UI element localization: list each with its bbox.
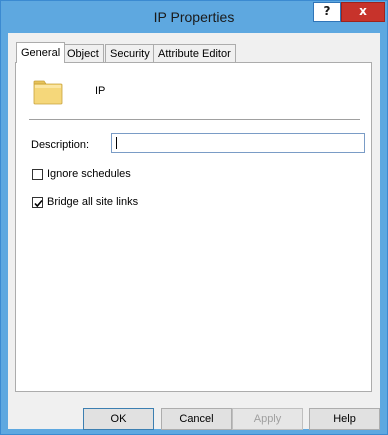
cancel-button[interactable]: Cancel — [161, 408, 232, 430]
bridge-all-site-links-label[interactable]: Bridge all site links — [47, 196, 138, 208]
description-label: Description: — [31, 139, 90, 151]
ip-properties-dialog: IP Properties ? x General Object Securit… — [0, 0, 388, 435]
tab-object[interactable]: Object — [62, 44, 104, 62]
help-title-button[interactable]: ? — [313, 2, 341, 22]
close-button[interactable]: x — [341, 2, 385, 22]
question-mark-icon: ? — [323, 4, 331, 18]
ignore-schedules-checkbox[interactable] — [32, 169, 43, 180]
description-input[interactable] — [111, 133, 365, 153]
dialog-client-area: General Object Security Attribute Editor… — [8, 33, 380, 430]
close-icon: x — [359, 4, 367, 18]
separator — [29, 119, 360, 120]
object-name: IP — [95, 85, 106, 97]
general-tab-panel: IP Description: Ignore schedules Bridge … — [15, 62, 372, 392]
tab-attribute-editor[interactable]: Attribute Editor — [153, 44, 236, 62]
bridge-all-site-links-checkbox[interactable] — [32, 197, 43, 208]
tab-general[interactable]: General — [16, 42, 66, 63]
folder-icon — [33, 80, 63, 105]
ignore-schedules-label[interactable]: Ignore schedules — [47, 168, 131, 180]
help-button[interactable]: Help — [309, 408, 380, 430]
tab-security[interactable]: Security — [105, 44, 155, 62]
text-caret — [116, 137, 117, 149]
checkmark-icon — [34, 199, 43, 208]
ok-button[interactable]: OK — [83, 408, 154, 430]
apply-button[interactable]: Apply — [232, 408, 303, 430]
title-bar[interactable]: IP Properties ? x — [1, 1, 387, 33]
